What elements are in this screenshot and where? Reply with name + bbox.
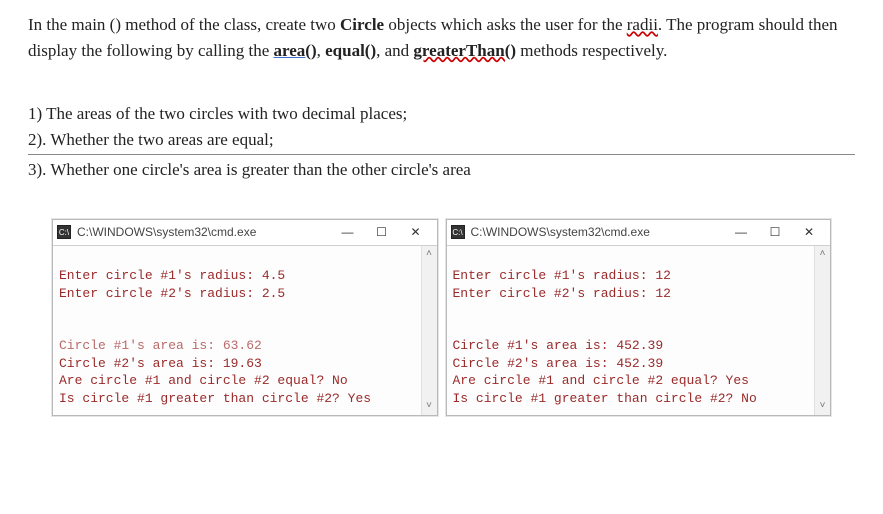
c1-line2: Enter circle #2's radius: 2.5 bbox=[59, 286, 285, 301]
c2-line5: Are circle #1 and circle #2 equal? Yes bbox=[453, 373, 749, 388]
intro-text-1: In the main () method of the class, crea… bbox=[28, 15, 340, 34]
greaterthan-method: greaterThan() bbox=[413, 41, 516, 60]
intro-comma1: , bbox=[317, 41, 326, 60]
list-item-1: 1) The areas of the two circles with two… bbox=[28, 101, 855, 127]
intro-text-2: objects which asks the user for the bbox=[384, 15, 627, 34]
scrollbar-2[interactable]: ˄ ˅ bbox=[814, 246, 830, 416]
list-item-2: 2). Whether the two areas are equal; bbox=[28, 127, 855, 153]
maximize-button[interactable]: ☐ bbox=[758, 220, 792, 244]
area-method: area() bbox=[274, 41, 317, 60]
radii-word: radii bbox=[627, 15, 658, 34]
close-button[interactable]: ✕ bbox=[792, 220, 826, 244]
c2-line6: Is circle #1 greater than circle #2? No bbox=[453, 391, 757, 406]
titlebar-1: C:\ C:\WINDOWS\system32\cmd.exe — ☐ ✕ bbox=[53, 220, 437, 246]
console-row: C:\ C:\WINDOWS\system32\cmd.exe — ☐ ✕ En… bbox=[28, 219, 855, 417]
equal-method: equal() bbox=[325, 41, 376, 60]
scroll-up-icon[interactable]: ˄ bbox=[426, 248, 432, 262]
list-item-3: 3). Whether one circle's area is greater… bbox=[28, 157, 855, 183]
scroll-up-icon[interactable]: ˄ bbox=[819, 248, 825, 262]
intro-text-4: methods respectively. bbox=[516, 41, 667, 60]
console-window-1: C:\ C:\WINDOWS\system32\cmd.exe — ☐ ✕ En… bbox=[52, 219, 438, 417]
c1-line6: Is circle #1 greater than circle #2? Yes bbox=[59, 391, 371, 406]
console-output-2: Enter circle #1's radius: 12 Enter circl… bbox=[447, 246, 815, 416]
c2-line3: Circle #1's area is: 452.39 bbox=[453, 338, 664, 353]
console-output-1: Enter circle #1's radius: 4.5 Enter circ… bbox=[53, 246, 421, 416]
c1-line3: Circle #1's area is: 63.62 bbox=[59, 338, 262, 353]
minimize-button[interactable]: — bbox=[331, 220, 365, 244]
cmd-icon: C:\ bbox=[57, 225, 71, 239]
c1-line4: Circle #2's area is: 19.63 bbox=[59, 356, 262, 371]
console-window-2: C:\ C:\WINDOWS\system32\cmd.exe — ☐ ✕ En… bbox=[446, 219, 832, 417]
c2-line2: Enter circle #2's radius: 12 bbox=[453, 286, 671, 301]
window-title-2: C:\WINDOWS\system32\cmd.exe bbox=[471, 225, 725, 239]
scrollbar-1[interactable]: ˄ ˅ bbox=[421, 246, 437, 416]
c1-line5: Are circle #1 and circle #2 equal? No bbox=[59, 373, 348, 388]
close-button[interactable]: ✕ bbox=[399, 220, 433, 244]
circle-word: Circle bbox=[340, 15, 384, 34]
scroll-down-icon[interactable]: ˅ bbox=[819, 399, 825, 413]
titlebar-2: C:\ C:\WINDOWS\system32\cmd.exe — ☐ ✕ bbox=[447, 220, 831, 246]
window-title-1: C:\WINDOWS\system32\cmd.exe bbox=[77, 225, 331, 239]
minimize-button[interactable]: — bbox=[724, 220, 758, 244]
maximize-button[interactable]: ☐ bbox=[365, 220, 399, 244]
scroll-down-icon[interactable]: ˅ bbox=[426, 399, 432, 413]
c1-line1: Enter circle #1's radius: 4.5 bbox=[59, 268, 285, 283]
intro-paragraph: In the main () method of the class, crea… bbox=[28, 12, 855, 63]
intro-comma2: , and bbox=[376, 41, 413, 60]
divider-line bbox=[28, 154, 855, 155]
cmd-icon: C:\ bbox=[451, 225, 465, 239]
c2-line1: Enter circle #1's radius: 12 bbox=[453, 268, 671, 283]
c2-line4: Circle #2's area is: 452.39 bbox=[453, 356, 664, 371]
